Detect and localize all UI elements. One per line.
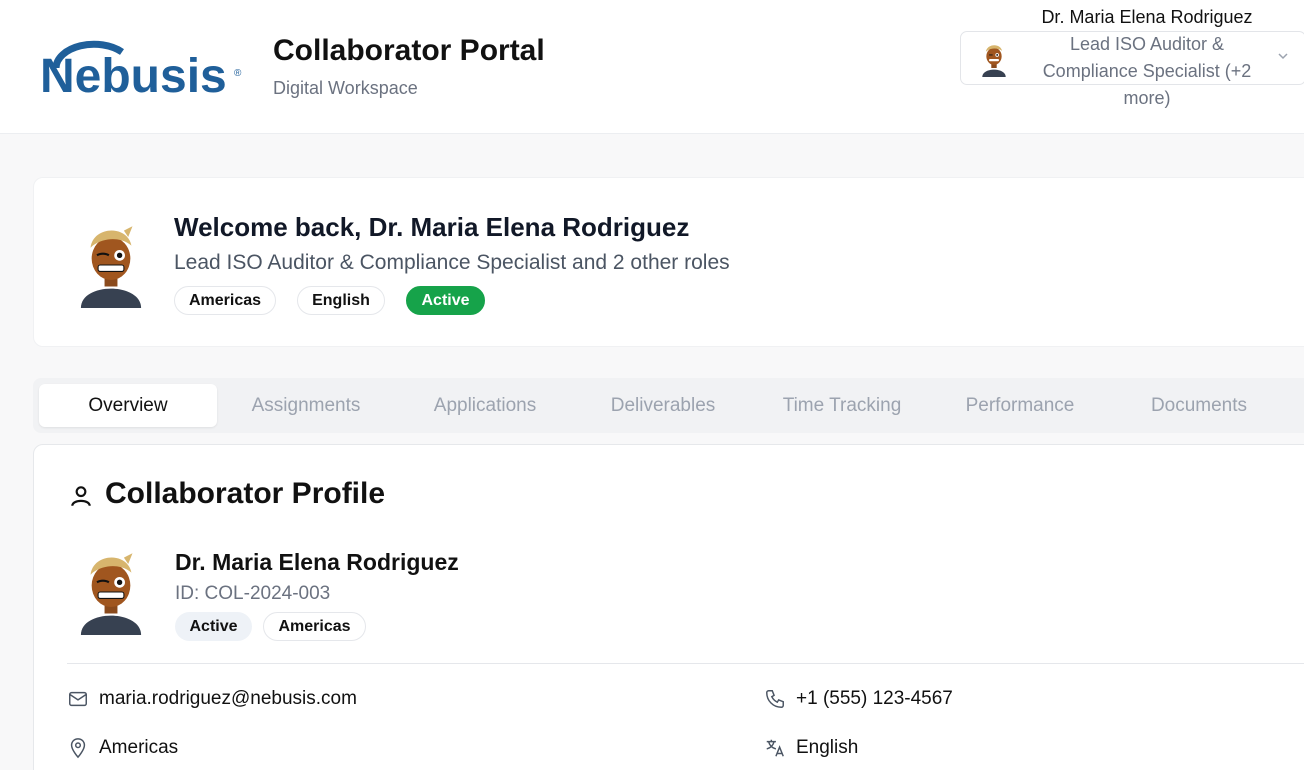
brand-wordmark: Nebusis <box>40 50 227 100</box>
tab-deliverables[interactable]: Deliverables <box>574 384 752 427</box>
profile-name: Dr. Maria Elena Rodriguez <box>175 549 459 575</box>
profile-phone[interactable]: +1 (555) 123-4567 <box>796 688 953 710</box>
mail-icon <box>69 691 87 707</box>
profile-location: Americas <box>99 737 179 758</box>
role-selector-label[interactable]: Lead ISO Auditor & Compliance Specialist… <box>994 31 1300 112</box>
profile-email[interactable]: maria.rodriguez@nebusis.com <box>99 688 357 710</box>
header-user-name: Dr. Maria Elena Rodriguez <box>1041 7 1253 27</box>
tab-overview[interactable]: Overview <box>39 384 217 427</box>
status-badge: Active <box>406 286 485 315</box>
map-pin-icon <box>70 738 86 759</box>
tab-time-tracking[interactable]: Time Tracking <box>753 384 931 427</box>
profile-heading: Collaborator Profile <box>105 477 386 510</box>
language-badge: English <box>297 286 385 315</box>
translate-icon <box>766 739 784 757</box>
tab-bar: Overview Assignments Applications Delive… <box>33 378 1304 433</box>
portal-title: Collaborator Portal <box>273 34 545 67</box>
collaborator-profile-card: Collaborator Profile Dr. Maria Elena Rod… <box>33 444 1304 770</box>
profile-language: English <box>796 737 859 758</box>
app-header: Nebusis ® Collaborator Portal Digital Wo… <box>0 0 1304 134</box>
nebusis-logo[interactable]: Nebusis ® <box>40 38 245 100</box>
profile-region-chip: Americas <box>263 612 366 641</box>
tab-applications[interactable]: Applications <box>396 384 574 427</box>
welcome-card: Welcome back, Dr. Maria Elena Rodriguez … <box>33 177 1304 347</box>
user-icon <box>71 486 91 507</box>
profile-status-chip: Active <box>175 612 252 641</box>
welcome-subtitle: Lead ISO Auditor & Compliance Specialist… <box>174 251 730 274</box>
tab-documents[interactable]: Documents <box>1110 384 1288 427</box>
profile-divider <box>67 663 1304 664</box>
user-avatar <box>80 226 142 308</box>
tab-performance[interactable]: Performance <box>931 384 1109 427</box>
profile-avatar <box>80 553 142 635</box>
svg-text:®: ® <box>234 68 242 79</box>
welcome-title: Welcome back, Dr. Maria Elena Rodriguez <box>174 212 690 242</box>
region-badge: Americas <box>174 286 276 315</box>
tab-assignments[interactable]: Assignments <box>217 384 395 427</box>
portal-subtitle: Digital Workspace <box>273 78 418 98</box>
profile-id: ID: COL-2024-003 <box>175 583 331 604</box>
phone-icon <box>766 690 784 708</box>
